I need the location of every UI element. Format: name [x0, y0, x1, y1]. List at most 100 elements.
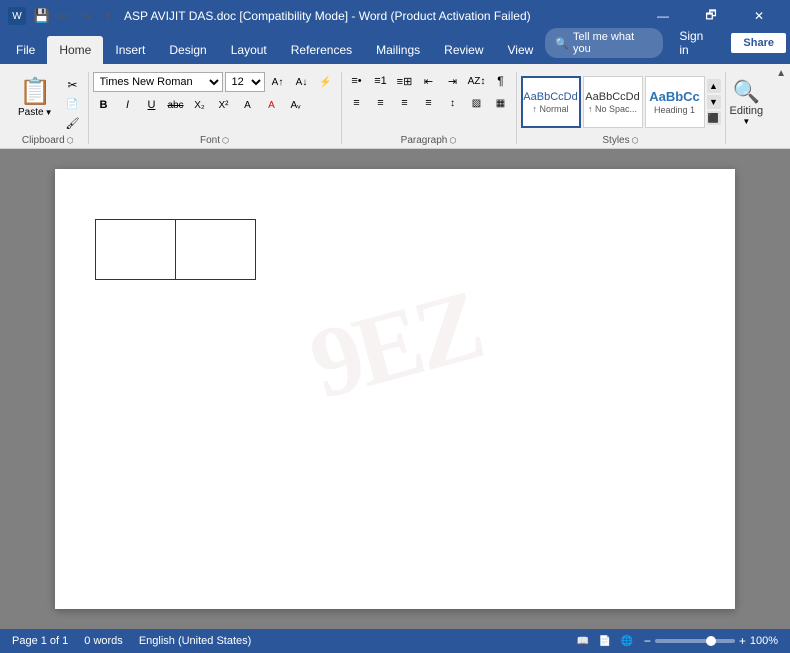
tab-view[interactable]: View — [496, 36, 546, 64]
sort-btn[interactable]: AZ↕ — [466, 72, 488, 90]
collapse-ribbon-button[interactable]: ▲ — [776, 68, 786, 79]
style-normal-label: ↑ Normal — [532, 104, 568, 114]
share-button[interactable]: Share — [731, 33, 786, 53]
table-row — [96, 220, 256, 280]
document-area: 9EZ — [0, 149, 790, 629]
bold-button[interactable]: B — [93, 96, 115, 114]
style-no-spacing-card[interactable]: AaBbCcDd ↑ No Spac... — [583, 76, 643, 128]
tell-me-input[interactable]: 🔍 Tell me what you — [545, 28, 663, 58]
increase-indent-btn[interactable]: ⇥ — [442, 72, 464, 90]
paragraph-row-1: ≡• ≡1 ≡⊞ ⇤ ⇥ AZ↕ ¶ — [346, 72, 512, 90]
tab-file[interactable]: File — [4, 36, 47, 64]
undo-button[interactable]: ↩ — [54, 6, 74, 26]
word-count: 0 words — [84, 635, 123, 647]
style-heading1-preview: AaBbCc — [649, 89, 700, 104]
save-button[interactable]: 💾 — [32, 6, 52, 26]
clipboard-group-inner: 📋 Paste ▼ ✂ 📄 🖌 — [8, 68, 88, 134]
align-right-btn[interactable]: ≡ — [394, 94, 416, 112]
redo-button[interactable]: ↪ — [76, 6, 96, 26]
tab-insert[interactable]: Insert — [103, 36, 157, 64]
editing-label: Editing — [730, 105, 764, 117]
increase-font-btn[interactable]: A↑ — [267, 73, 289, 91]
tab-design[interactable]: Design — [157, 36, 218, 64]
strikethrough-button[interactable]: abc — [165, 96, 187, 114]
borders-btn[interactable]: ▦ — [490, 94, 512, 112]
window-title: ASP AVIJIT DAS.doc [Compatibility Mode] … — [124, 9, 531, 23]
underline-button[interactable]: U — [141, 96, 163, 114]
editing-button[interactable]: 🔍 Editing ▼ — [730, 79, 764, 126]
zoom-thumb — [706, 636, 716, 646]
style-heading1-card[interactable]: AaBbCc Heading 1 — [645, 76, 705, 128]
line-spacing-btn[interactable]: ↕ — [442, 94, 464, 112]
styles-label-text: Styles — [602, 135, 629, 146]
clipboard-label: Clipboard ⬡ — [8, 134, 88, 148]
web-layout-icon[interactable]: 🌐 — [618, 632, 636, 650]
table-cell-2[interactable] — [176, 220, 256, 280]
paragraph-expand-icon[interactable]: ⬡ — [449, 136, 456, 145]
styles-scroll-up[interactable]: ▲ — [707, 79, 721, 93]
format-painter-button[interactable]: 🖌 — [62, 114, 84, 132]
title-bar-left: W 💾 ↩ ↪ ▼ ASP AVIJIT DAS.doc [Compatibil… — [8, 6, 531, 26]
paste-dropdown-icon[interactable]: ▼ — [45, 108, 53, 117]
styles-more[interactable]: ⬛ — [707, 111, 721, 125]
font-size-select[interactable]: 12 — [225, 72, 265, 92]
justify-btn[interactable]: ≡ — [418, 94, 440, 112]
show-marks-btn[interactable]: ¶ — [490, 72, 512, 90]
superscript-button[interactable]: X² — [213, 96, 235, 114]
clipboard-sub-buttons: ✂ 📄 🖌 — [62, 72, 84, 132]
styles-group-inner: AaBbCcDd ↑ Normal AaBbCcDd ↑ No Spac... … — [517, 68, 725, 134]
styles-expand-icon[interactable]: ⬡ — [632, 136, 639, 145]
tab-review[interactable]: Review — [432, 36, 495, 64]
text-highlight-btn[interactable]: A — [237, 96, 259, 114]
font-group-inner: Times New Roman 12 A↑ A↓ ⚡ B I U abc X₂ … — [89, 68, 341, 134]
menu-bar-right: 🔍 Tell me what you Sign in Share — [545, 26, 786, 64]
clipboard-expand-icon[interactable]: ⬡ — [67, 136, 74, 145]
zoom-in-btn[interactable]: + — [739, 634, 746, 648]
editing-group-inner: 🔍 Editing ▼ — [726, 68, 768, 134]
style-heading1-label: Heading 1 — [654, 105, 695, 115]
font-row-2: B I U abc X₂ X² A A Aᵥ — [93, 96, 307, 114]
font-label-text: Font — [200, 135, 220, 146]
table-cell-1[interactable] — [96, 220, 176, 280]
sign-in-button[interactable]: Sign in — [671, 26, 723, 60]
tab-layout[interactable]: Layout — [219, 36, 279, 64]
editing-dropdown-icon[interactable]: ▼ — [742, 117, 750, 126]
numbering-btn[interactable]: ≡1 — [370, 72, 392, 90]
decrease-font-btn[interactable]: A↓ — [291, 73, 313, 91]
tab-mailings[interactable]: Mailings — [364, 36, 432, 64]
document-table[interactable] — [95, 219, 256, 280]
shading-btn[interactable]: ▨ — [466, 94, 488, 112]
bullets-btn[interactable]: ≡• — [346, 72, 368, 90]
watermark: 9EZ — [301, 275, 490, 415]
multilevel-btn[interactable]: ≡⊞ — [394, 72, 416, 90]
clear-format-btn[interactable]: ⚡ — [315, 73, 337, 91]
style-no-spacing-preview: AaBbCcDd — [585, 91, 639, 103]
subscript-button[interactable]: X₂ — [189, 96, 211, 114]
font-color-btn[interactable]: A — [261, 96, 283, 114]
font-expand-icon[interactable]: ⬡ — [222, 136, 229, 145]
qat-dropdown[interactable]: ▼ — [98, 6, 118, 26]
style-normal-card[interactable]: AaBbCcDd ↑ Normal — [521, 76, 581, 128]
print-layout-icon[interactable]: 📄 — [596, 632, 614, 650]
paste-button[interactable]: 📋 Paste ▼ — [12, 72, 59, 122]
copy-button[interactable]: 📄 — [62, 95, 84, 113]
italic-button[interactable]: I — [117, 96, 139, 114]
zoom-level[interactable]: 100% — [750, 635, 778, 647]
tab-references[interactable]: References — [279, 36, 364, 64]
cut-button[interactable]: ✂ — [62, 76, 84, 94]
read-mode-icon[interactable]: 📖 — [574, 632, 592, 650]
align-left-btn[interactable]: ≡ — [346, 94, 368, 112]
quick-access-toolbar: 💾 ↩ ↪ ▼ — [32, 6, 118, 26]
clipboard-group: 📋 Paste ▼ ✂ 📄 🖌 Clipboard ⬡ — [8, 68, 88, 148]
tab-home[interactable]: Home — [47, 36, 103, 64]
styles-scroll-down[interactable]: ▼ — [707, 95, 721, 109]
decrease-indent-btn[interactable]: ⇤ — [418, 72, 440, 90]
char-spacing-btn[interactable]: Aᵥ — [285, 96, 307, 114]
search-icon: 🔍 — [555, 37, 569, 50]
font-family-select[interactable]: Times New Roman — [93, 72, 223, 92]
document-page[interactable]: 9EZ — [55, 169, 735, 609]
zoom-out-btn[interactable]: − — [644, 634, 651, 648]
zoom-slider[interactable] — [655, 639, 735, 643]
page-info: Page 1 of 1 — [12, 635, 68, 647]
align-center-btn[interactable]: ≡ — [370, 94, 392, 112]
